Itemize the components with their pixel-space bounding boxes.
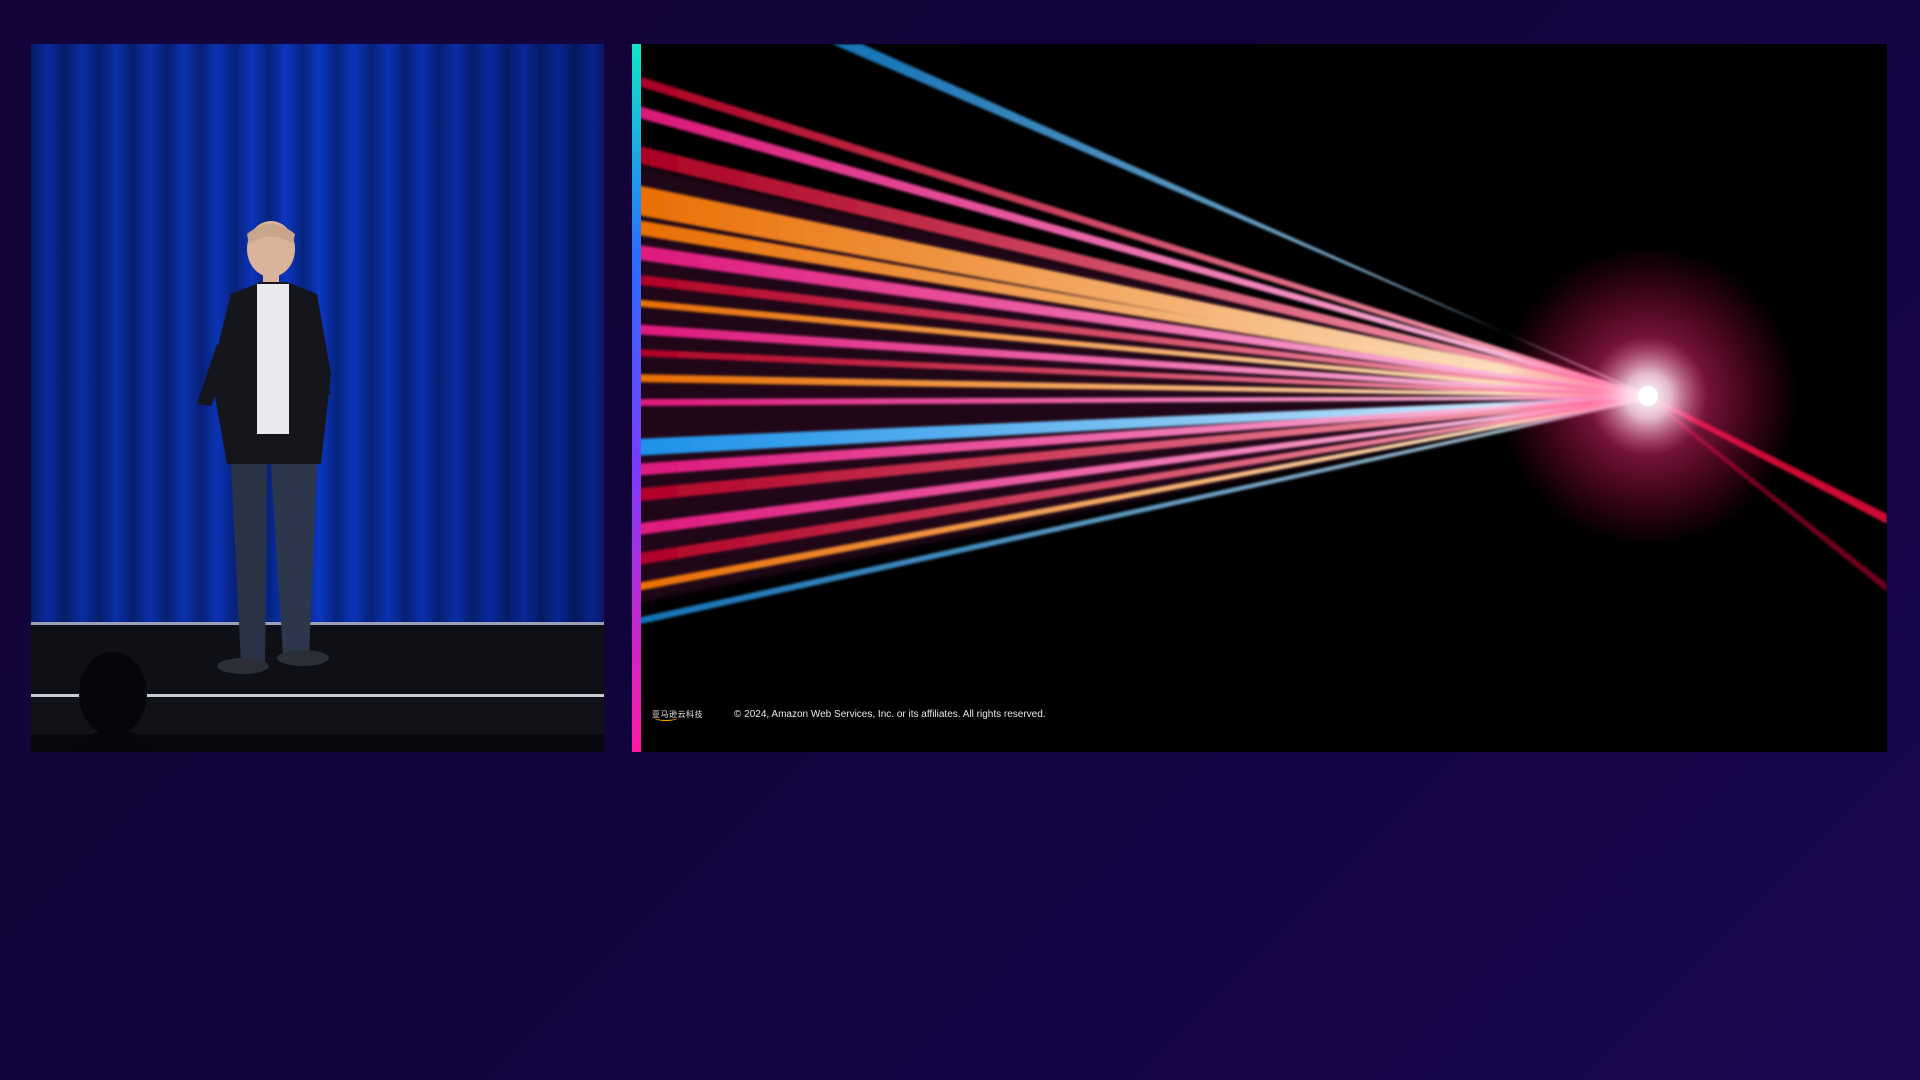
aws-smile-icon [654,714,678,721]
light-streak-graphic [632,44,1887,752]
aws-logo-icon: 亚马逊云科技 [652,704,703,724]
speaker-stage-image [31,44,604,752]
slide-footer: 亚马逊云科技 © 2024, Amazon Web Services, Inc.… [652,704,1046,724]
slide-accent-bar [632,44,641,752]
speaker-video [31,44,604,752]
copyright-notice: © 2024, Amazon Web Services, Inc. or its… [734,708,1046,720]
presentation-slide: 亚马逊云科技 © 2024, Amazon Web Services, Inc.… [632,44,1887,752]
